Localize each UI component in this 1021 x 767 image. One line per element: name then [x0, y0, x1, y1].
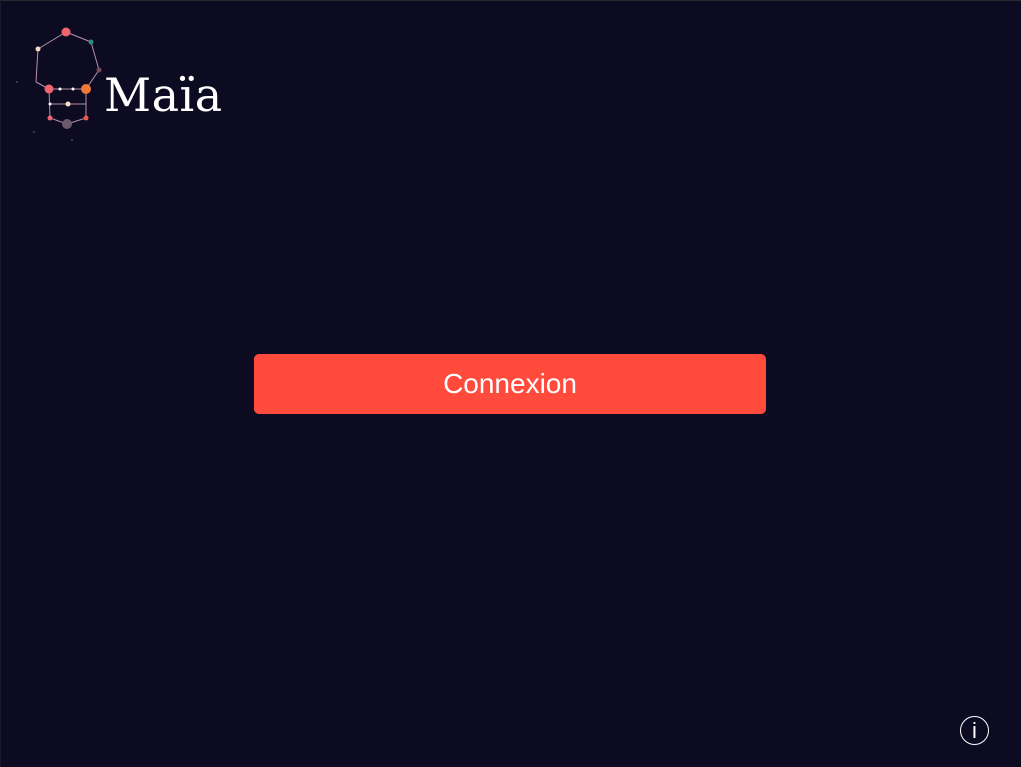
app-logo: Maïa [14, 22, 224, 147]
info-icon-glyph: i [972, 717, 977, 743]
login-button[interactable]: Connexion [254, 354, 766, 414]
info-icon[interactable]: i [960, 716, 989, 745]
app-name: Maïa [104, 68, 223, 122]
constellation-logo-icon [16, 27, 102, 141]
